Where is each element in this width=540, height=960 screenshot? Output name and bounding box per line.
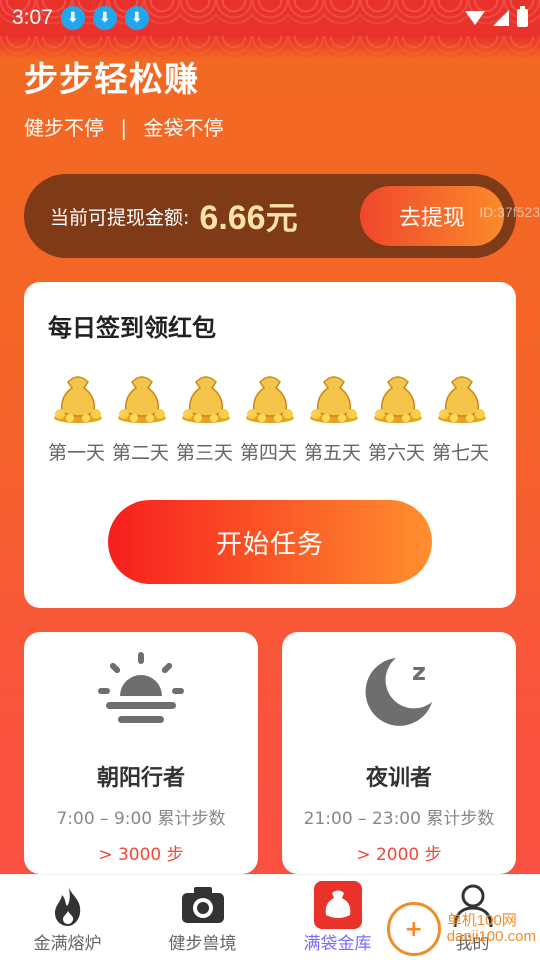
day-label: 第五天	[304, 442, 362, 464]
walker-goal: > 2000 步	[356, 845, 442, 865]
balance-unit: 元	[265, 199, 298, 237]
day-label: 第一天	[48, 442, 106, 464]
fire-icon	[54, 885, 80, 926]
day-label: 第三天	[176, 442, 234, 464]
morning-walker-card[interactable]: 朝阳行者 7:00 – 9:00 累计步数 > 3000 步	[24, 632, 258, 874]
day-label: 第七天	[432, 442, 490, 464]
battery-icon	[517, 6, 528, 27]
day-label: 第二天	[112, 442, 170, 464]
walker-name: 朝阳行者	[96, 766, 185, 791]
balance-value: 6.66	[199, 199, 266, 237]
download-icon: ⬇	[92, 6, 117, 30]
walker-name: 夜训者	[365, 766, 432, 791]
checkin-card: 每日签到领红包 第一天 第二天 第三天 第四天 第五天 第六天 第七天 开始任务	[24, 282, 516, 608]
wifi-icon	[465, 11, 485, 25]
balance-amount: 6.66元	[199, 193, 297, 239]
day-label: 第六天	[368, 442, 426, 464]
nav-label: 金满熔炉	[33, 934, 102, 954]
money-bag-icon	[246, 376, 294, 423]
status-bar: 3:07 ⬇ ⬇ ⬇	[0, 0, 540, 36]
camera-icon	[181, 887, 224, 923]
page-title: 步步轻松赚	[24, 61, 199, 99]
subtitle-left: 健步不停	[24, 116, 104, 140]
start-task-button[interactable]: 开始任务	[108, 500, 432, 584]
id-watermark: ID:37f523	[479, 204, 540, 220]
money-bag-icon	[438, 376, 486, 423]
nav-label: 健步兽境	[168, 934, 237, 954]
money-bag-icon	[313, 881, 362, 929]
status-time: 3:07	[12, 6, 53, 29]
nav-item-treasury[interactable]: 满袋金库	[270, 875, 405, 960]
checkin-bags	[50, 368, 490, 424]
sunrise-icon	[98, 652, 184, 723]
checkin-title: 每日签到领红包	[48, 314, 216, 342]
moon-sleep-icon: z	[365, 658, 432, 726]
site-watermark: + 单机100网 danji100.com	[386, 902, 536, 956]
nav-label: 满袋金库	[303, 934, 372, 954]
balance-card: 当前可提现金额: 6.66元 去提现	[24, 174, 516, 258]
walker-time: 21:00 – 23:00 累计步数	[303, 809, 495, 829]
balance-label: 当前可提现金额:	[50, 206, 190, 229]
night-walker-card[interactable]: z 夜训者 21:00 – 23:00 累计步数 > 2000 步	[282, 632, 516, 874]
download-icon: ⬇	[60, 6, 85, 30]
nav-item-beast-realm[interactable]: 健步兽境	[135, 875, 270, 960]
bottom-nav: 金满熔炉 健步兽境 满袋金库 我的 + 单机100网 danji100.com	[0, 874, 540, 960]
money-bag-icon	[374, 376, 422, 423]
checkin-days: 第一天 第二天 第三天 第四天 第五天 第六天 第七天	[48, 438, 496, 465]
subtitle-right: 金袋不停	[143, 116, 224, 140]
subtitle-separator: |	[120, 116, 128, 140]
site-logo-icon: +	[386, 902, 441, 956]
money-bag-icon	[310, 376, 358, 423]
nav-item-furnace[interactable]: 金满熔炉	[0, 875, 135, 960]
watermark-line1: 单机100网	[446, 911, 517, 929]
page-subtitle: 健步不停 | 金袋不停	[24, 112, 223, 141]
day-label: 第四天	[240, 442, 298, 464]
walker-goal: > 3000 步	[98, 845, 184, 865]
walker-time: 7:00 – 9:00 累计步数	[56, 809, 226, 829]
money-bag-icon	[182, 376, 230, 423]
signal-icon	[493, 10, 509, 26]
watermark-line2: danji100.com	[446, 928, 536, 945]
watermark-text: 单机100网 danji100.com	[446, 911, 536, 946]
svg-text:z: z	[412, 658, 426, 686]
money-bag-icon	[54, 376, 102, 423]
money-bag-icon	[118, 376, 166, 423]
download-icon: ⬇	[124, 6, 149, 30]
